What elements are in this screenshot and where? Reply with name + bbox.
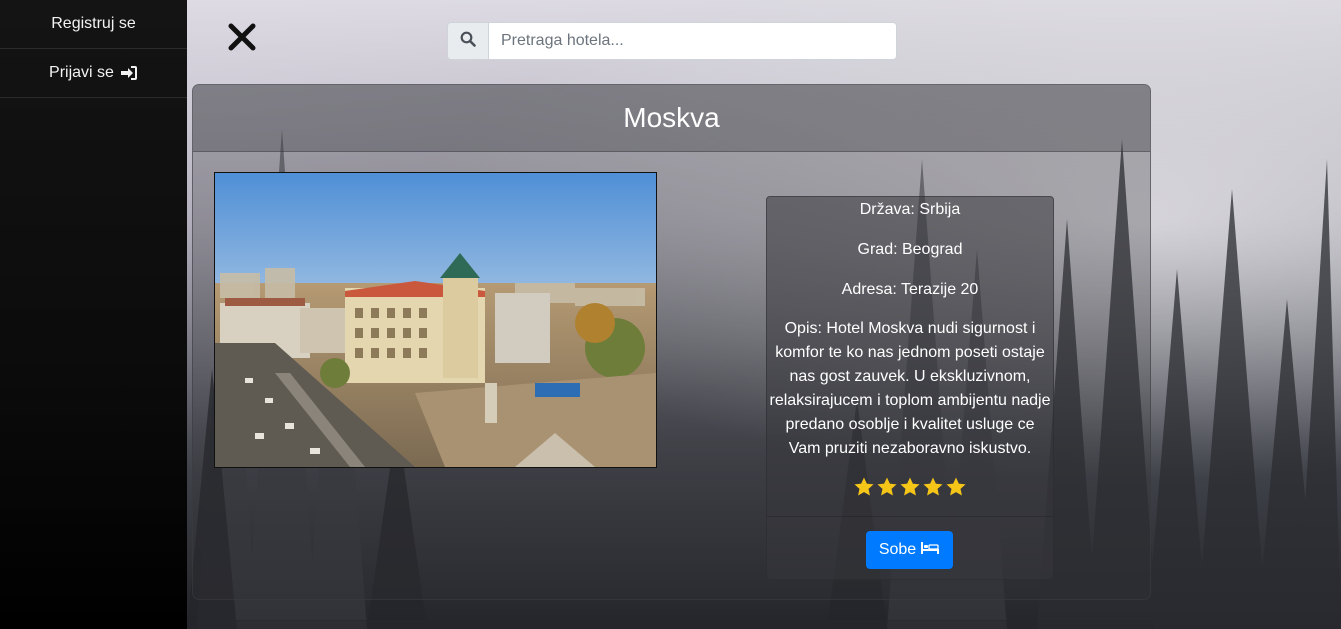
- star-icon: [923, 477, 943, 496]
- rooms-button[interactable]: Sobe: [866, 531, 953, 569]
- close-sidebar-icon[interactable]: [225, 20, 259, 54]
- hotel-info-panel: Država: Srbija Grad: Beograd Adresa: Ter…: [766, 196, 1054, 580]
- hotel-photo: [214, 172, 657, 468]
- star-icon: [946, 477, 966, 496]
- star-icon: [900, 477, 920, 496]
- hotel-address: Adresa: Terazije 20: [841, 281, 979, 298]
- star-icon: [854, 477, 874, 496]
- search-bar: [447, 22, 897, 60]
- sidebar-item-register[interactable]: Registruj se: [0, 0, 187, 49]
- search-button[interactable]: [447, 22, 489, 60]
- rooms-button-label: Sobe: [878, 541, 917, 558]
- hotel-description: Opis: Hotel Moskva nudi sigurnost i komf…: [769, 320, 1051, 457]
- search-icon: [460, 31, 476, 52]
- sidebar-item-login[interactable]: Prijavi se: [0, 49, 187, 98]
- star-icon: [877, 477, 897, 496]
- hotel-country: Država: Srbija: [859, 201, 961, 218]
- divider: [767, 516, 1053, 517]
- sidebar-item-label: Registruj se: [51, 15, 136, 32]
- hotel-name: Moskva: [623, 102, 720, 133]
- sidebar: Registruj se Prijavi se: [0, 0, 187, 629]
- bed-icon: [920, 541, 940, 560]
- sign-in-icon: [120, 65, 138, 81]
- star-rating: [767, 477, 1053, 497]
- sidebar-item-label: Prijavi se: [49, 64, 114, 81]
- hotel-city: Grad: Beograd: [857, 241, 963, 258]
- hotel-card: Moskva Država: Srbija Grad: Beograd Adre…: [192, 84, 1151, 600]
- search-input[interactable]: [489, 22, 897, 60]
- next-hotel-card: [192, 620, 1153, 629]
- hotel-card-header: Moskva: [193, 85, 1150, 152]
